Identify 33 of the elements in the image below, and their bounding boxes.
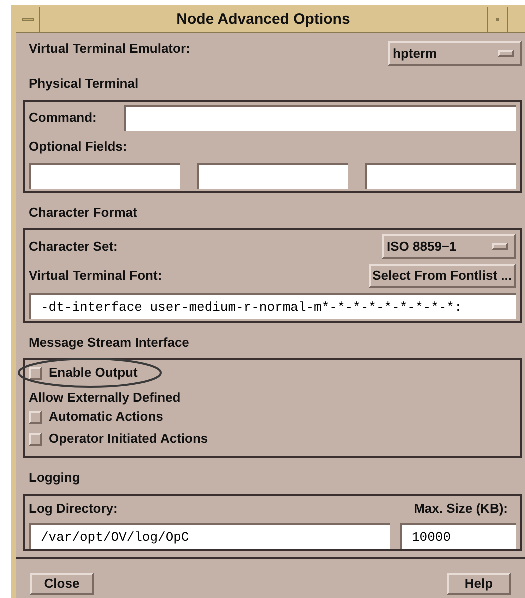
section-title: Physical Terminal [29, 76, 139, 92]
action-checkbox[interactable] [29, 432, 42, 446]
window-title: Node Advanced Options [176, 10, 352, 30]
optional-fields-label: Optional Fields: [29, 139, 128, 155]
log-directory-label: Log Directory: [29, 501, 118, 517]
select-fontlist-button[interactable]: Select From Fontlist ... [368, 264, 516, 288]
checkbox-label: Automatic Actions [49, 409, 164, 425]
checkbox-label: Operator Initiated Actions [49, 431, 208, 447]
optional-field[interactable] [197, 163, 348, 189]
emulator-label: Virtual Terminal Emulator: [29, 41, 190, 57]
optional-field[interactable] [29, 163, 180, 189]
command-label: Command: [29, 110, 98, 126]
emulator-dropdown[interactable]: hpterm [388, 41, 522, 66]
checkbox-label: Enable Output [49, 365, 138, 381]
help-button[interactable]: Help [447, 573, 511, 595]
enable-output-checkbox[interactable] [29, 366, 42, 380]
max-size-field[interactable]: 10000 [400, 523, 516, 549]
log-directory-field[interactable]: /var/opt/OV/log/OpC [29, 523, 390, 549]
section-title: Character Format [29, 205, 138, 221]
allow-externally-label: Allow Externally Defined [29, 390, 182, 406]
terminal-font-label: Virtual Terminal Font: [29, 268, 162, 284]
action-checkbox[interactable] [29, 410, 42, 424]
section-title: Message Stream Interface [29, 335, 190, 351]
terminal-font-field[interactable]: -dt-interface user-medium-r-normal-m*-*-*-*-*-*-*-*-*: [29, 293, 516, 319]
command-field[interactable] [124, 105, 516, 131]
close-button[interactable]: Close [30, 573, 94, 595]
optional-field[interactable] [365, 163, 516, 189]
section-title: Logging [29, 470, 80, 486]
max-size-label: Max. Size (KB): [414, 501, 509, 517]
character-set-dropdown[interactable]: ISO 8859−1 [382, 234, 516, 259]
option-menu-icon [498, 50, 514, 57]
option-menu-icon [492, 243, 508, 250]
character-set-label: Character Set: [29, 238, 118, 254]
